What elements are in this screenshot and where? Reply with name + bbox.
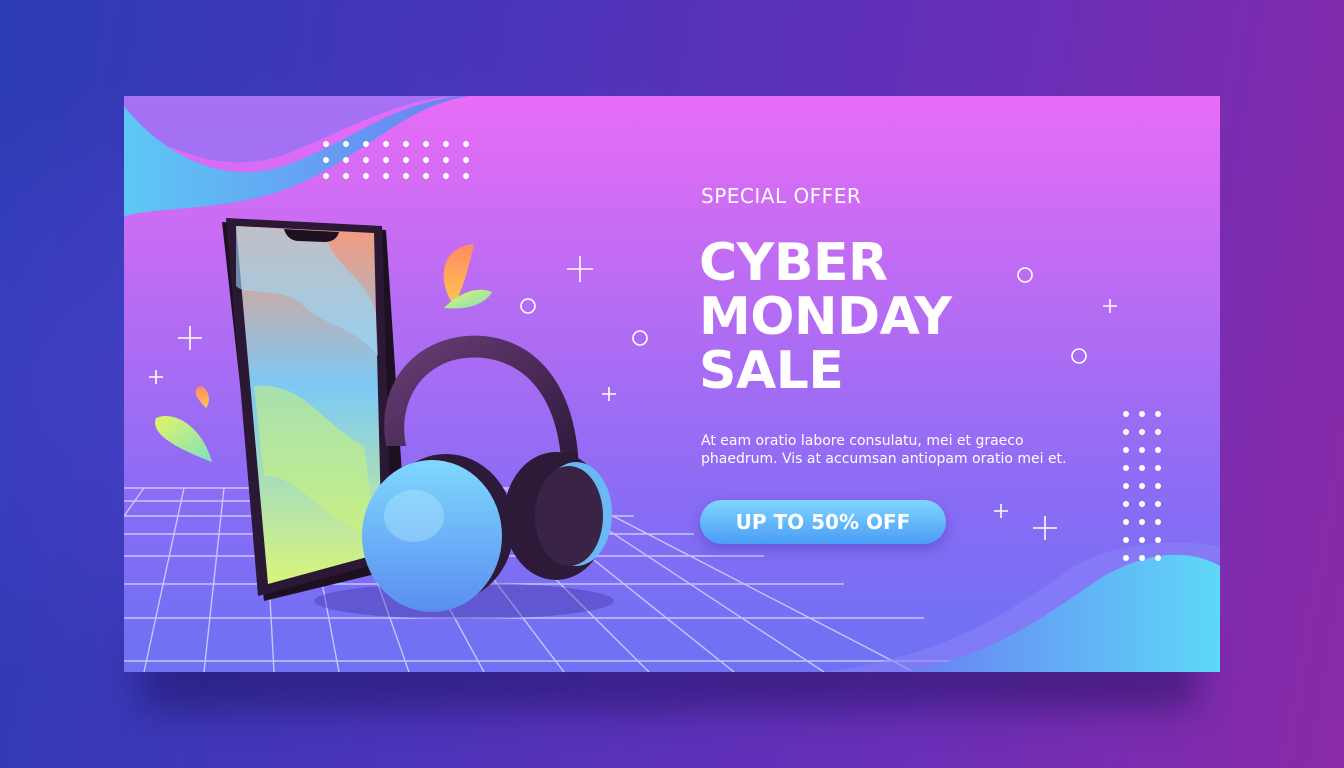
top-left-wave bbox=[124, 96, 469, 216]
promo-banner: SPECIAL OFFER CYBER MONDAY SALE At eam o… bbox=[124, 96, 1220, 672]
headline-line-1: CYBER bbox=[699, 233, 888, 293]
eyebrow-label: SPECIAL OFFER bbox=[701, 184, 862, 208]
body-line-2: phaedrum. Vis at accumsan antiopam orati… bbox=[701, 451, 1067, 467]
bottom-right-wave bbox=[824, 542, 1220, 672]
dot-pattern-top bbox=[323, 141, 469, 179]
headline-line-3: SALE bbox=[699, 341, 844, 401]
headline: CYBER MONDAY SALE bbox=[699, 236, 952, 398]
body-copy: At eam oratio labore consulatu, mei et g… bbox=[701, 432, 1101, 468]
banner-artwork bbox=[124, 96, 1220, 672]
body-line-1: At eam oratio labore consulatu, mei et g… bbox=[701, 433, 1024, 449]
dot-pattern-right bbox=[1123, 411, 1161, 561]
discount-cta-button[interactable]: UP TO 50% OFF bbox=[700, 500, 946, 544]
headline-line-2: MONDAY bbox=[699, 287, 952, 347]
